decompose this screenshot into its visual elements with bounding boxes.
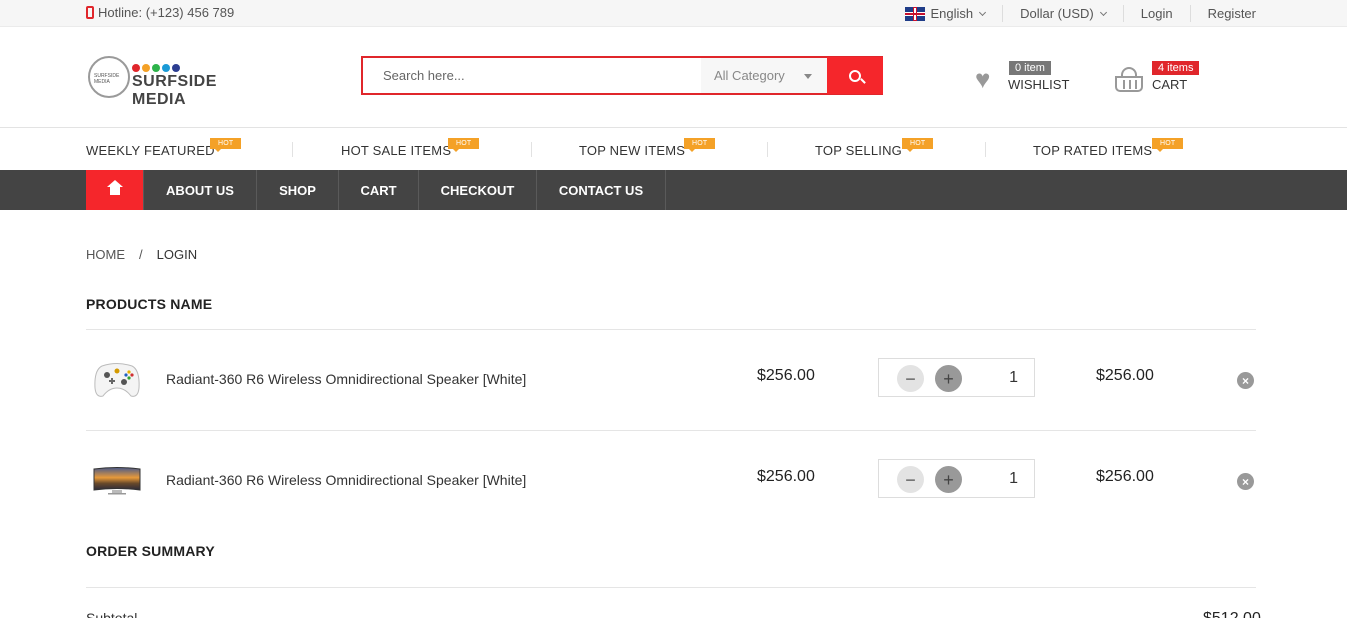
hot-badge: HOT bbox=[902, 138, 934, 152]
close-icon: × bbox=[1241, 373, 1249, 388]
chevron-down-icon bbox=[979, 8, 987, 16]
register-link[interactable]: Register bbox=[1189, 5, 1256, 22]
product-name[interactable]: Radiant-360 R6 Wireless Omnidirectional … bbox=[166, 371, 526, 387]
search-button[interactable] bbox=[827, 57, 883, 94]
decrease-quantity-button[interactable]: − bbox=[897, 466, 924, 493]
line-total: $256.00 bbox=[1096, 468, 1154, 485]
currency-selector[interactable]: Dollar (USD) bbox=[1002, 5, 1123, 22]
quantity-input[interactable]: 1 bbox=[1009, 369, 1018, 387]
logo[interactable]: SURFSIDE MEDIA SURFSIDE MEDIA bbox=[88, 54, 264, 108]
chevron-down-icon bbox=[1099, 8, 1107, 16]
quantity-input[interactable]: 1 bbox=[1009, 470, 1018, 488]
products-title: PRODUCTS NAME bbox=[86, 296, 213, 312]
nav-shop[interactable]: SHOP bbox=[257, 170, 339, 210]
divider bbox=[86, 587, 1256, 588]
wishlist-link[interactable]: ♥ 0 item WISHLIST bbox=[975, 61, 1075, 95]
hot-badge: HOT bbox=[684, 138, 716, 152]
featured-label: TOP RATED ITEMS bbox=[1033, 143, 1153, 158]
hot-badge: HOT bbox=[448, 138, 480, 152]
login-link[interactable]: Login bbox=[1122, 5, 1190, 22]
decrease-quantity-button[interactable]: − bbox=[897, 365, 924, 392]
featured-label: TOP NEW ITEMS bbox=[579, 143, 686, 158]
cart-label: CART bbox=[1152, 77, 1188, 92]
featured-menu: WEEKLY FEATURED HOT HOT SALE ITEMS HOT T… bbox=[0, 127, 1347, 170]
remove-item-button[interactable]: × bbox=[1237, 372, 1254, 389]
heart-icon: ♥ bbox=[975, 64, 991, 94]
increase-quantity-button[interactable]: + bbox=[935, 365, 962, 392]
line-total: $256.00 bbox=[1096, 367, 1154, 384]
quantity-stepper: − + 1 bbox=[878, 358, 1035, 397]
top-bar: Hotline: (+123) 456 789 English Dollar (… bbox=[0, 0, 1347, 27]
increase-quantity-button[interactable]: + bbox=[935, 466, 962, 493]
order-summary-title: ORDER SUMMARY bbox=[86, 543, 215, 559]
hotline-text: Hotline: (+123) 456 789 bbox=[98, 5, 235, 20]
logo-dots bbox=[132, 64, 180, 72]
product-image-monitor[interactable] bbox=[92, 459, 142, 503]
divider bbox=[985, 142, 986, 157]
wishlist-count-badge: 0 item bbox=[1009, 61, 1051, 75]
subtotal-label: Subtotal bbox=[86, 610, 138, 618]
featured-label: WEEKLY FEATURED bbox=[86, 143, 215, 158]
main-nav: ABOUT US SHOP CART CHECKOUT CONTACT US bbox=[0, 170, 1347, 210]
featured-top-rated[interactable]: TOP RATED ITEMS HOT bbox=[1033, 138, 1184, 158]
top-links: English Dollar (USD) Login Register bbox=[888, 0, 1256, 27]
search-input[interactable] bbox=[363, 58, 701, 93]
uk-flag-icon bbox=[905, 6, 926, 21]
hotline: Hotline: (+123) 456 789 bbox=[86, 5, 234, 20]
nav-checkout[interactable]: CHECKOUT bbox=[419, 170, 537, 210]
divider bbox=[292, 142, 293, 157]
search-bar: All Category bbox=[361, 56, 883, 95]
basket-icon bbox=[1115, 67, 1143, 93]
product-image-controller[interactable] bbox=[92, 358, 142, 402]
phone-icon bbox=[86, 6, 94, 19]
language-selector[interactable]: English bbox=[888, 5, 1002, 22]
cart-row: Radiant-360 R6 Wireless Omnidirectional … bbox=[86, 330, 1256, 430]
featured-label: HOT SALE ITEMS bbox=[341, 143, 452, 158]
divider bbox=[531, 142, 532, 157]
cart-count-badge: 4 items bbox=[1152, 61, 1200, 75]
product-name[interactable]: Radiant-360 R6 Wireless Omnidirectional … bbox=[166, 472, 526, 488]
breadcrumb-separator: / bbox=[139, 247, 143, 262]
featured-top-new[interactable]: TOP NEW ITEMS HOT bbox=[579, 138, 716, 158]
breadcrumb-home[interactable]: HOME bbox=[86, 247, 125, 262]
quantity-stepper: − + 1 bbox=[878, 459, 1035, 498]
category-select[interactable]: All Category bbox=[701, 58, 827, 93]
product-price: $256.00 bbox=[757, 468, 815, 485]
product-price: $256.00 bbox=[757, 367, 815, 384]
nav-cart[interactable]: CART bbox=[339, 170, 419, 210]
subtotal-value: $512.00 bbox=[1203, 610, 1261, 618]
currency-label: Dollar (USD) bbox=[1020, 6, 1094, 21]
hot-badge: HOT bbox=[210, 138, 242, 152]
logo-text: SURFSIDE MEDIA bbox=[132, 73, 217, 108]
wishlist-label: WISHLIST bbox=[1008, 77, 1070, 92]
close-icon: × bbox=[1241, 474, 1249, 489]
nav-contact-us[interactable]: CONTACT US bbox=[537, 170, 666, 210]
featured-top-selling[interactable]: TOP SELLING HOT bbox=[815, 138, 934, 158]
search-icon bbox=[849, 69, 861, 82]
nav-about-us[interactable]: ABOUT US bbox=[144, 170, 257, 210]
divider bbox=[767, 142, 768, 157]
cart-row: Radiant-360 R6 Wireless Omnidirectional … bbox=[86, 431, 1256, 531]
featured-weekly[interactable]: WEEKLY FEATURED HOT bbox=[86, 138, 242, 158]
nav-home[interactable] bbox=[86, 170, 144, 210]
cart-link[interactable]: 4 items CART bbox=[1115, 61, 1215, 95]
breadcrumb-current: LOGIN bbox=[156, 247, 198, 262]
logo-emblem: SURFSIDE MEDIA bbox=[88, 56, 130, 98]
featured-hot-sale[interactable]: HOT SALE ITEMS HOT bbox=[341, 138, 480, 158]
featured-label: TOP SELLING bbox=[815, 143, 902, 158]
home-icon bbox=[106, 180, 123, 196]
language-label: English bbox=[930, 6, 974, 21]
breadcrumb: HOME / LOGIN bbox=[86, 247, 197, 262]
hot-badge: HOT bbox=[1152, 138, 1184, 152]
remove-item-button[interactable]: × bbox=[1237, 473, 1254, 490]
